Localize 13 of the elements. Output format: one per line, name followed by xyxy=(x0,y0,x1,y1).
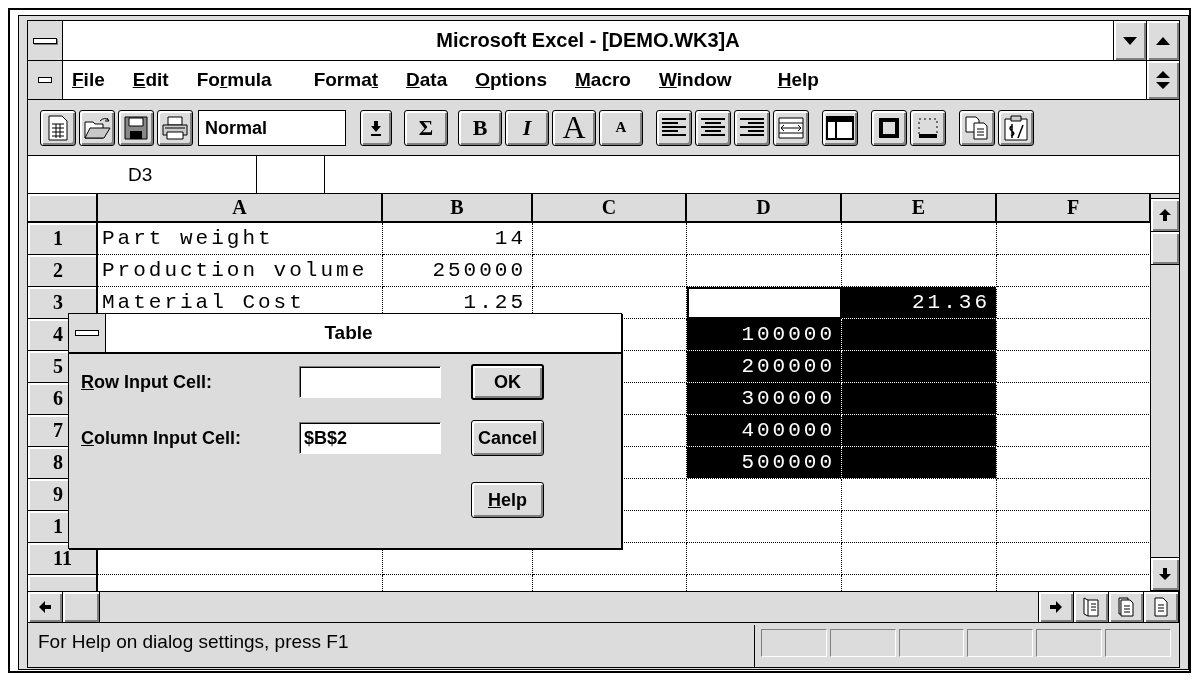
window-title: Microsoft Excel - [DEMO.WK3]A xyxy=(435,28,741,53)
table-cell: 250000 xyxy=(383,255,533,287)
table-cell: 200000 xyxy=(687,351,842,383)
table-cell: 400000 xyxy=(687,415,842,447)
table-cell: 500000 xyxy=(687,447,842,479)
table-cell: 300000 xyxy=(687,383,842,415)
table-cell: 14 xyxy=(383,223,533,255)
dialog-title: Table xyxy=(324,322,373,344)
table-cell: 21.36 xyxy=(842,287,997,319)
table-cell: Part weight xyxy=(98,223,383,255)
table-cell: Production volume xyxy=(98,255,383,287)
status-text: For Help on dialog settings, press F1 xyxy=(37,630,350,654)
table-cell: 100000 xyxy=(687,319,842,351)
